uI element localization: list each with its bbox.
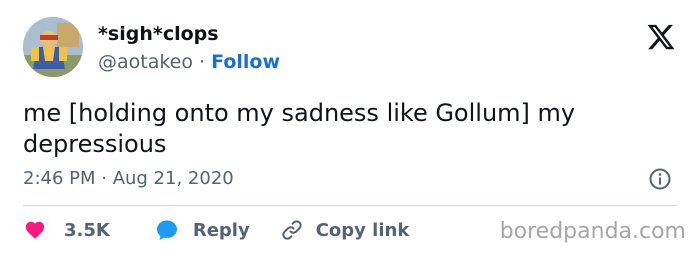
like-button[interactable]: 3.5K: [23, 219, 110, 241]
avatar-image: [23, 17, 83, 77]
link-icon: [280, 218, 304, 242]
handle-row: @aotakeo · Follow: [98, 50, 280, 74]
tweet-text: me [holding onto my sadness like Gollum]…: [23, 99, 576, 158]
speech-bubble-icon: [155, 218, 179, 242]
follow-button[interactable]: Follow: [211, 51, 280, 73]
watermark: boredpanda.com: [499, 219, 686, 244]
action-bar: 3.5K Reply Copy link: [23, 217, 409, 243]
reply-label: Reply: [192, 219, 250, 241]
x-logo-icon[interactable]: [645, 22, 677, 52]
heart-icon: [23, 219, 47, 241]
copy-link-label: Copy link: [315, 219, 410, 241]
display-name[interactable]: *sigh*clops: [98, 22, 219, 46]
separator-dot: ·: [199, 51, 212, 73]
copy-link-button[interactable]: Copy link: [280, 218, 410, 242]
tweet-timestamp[interactable]: 2:46 PM · Aug 21, 2020: [23, 167, 234, 191]
tweet-card: *sigh*clops @aotakeo · Follow me [holdin…: [0, 0, 700, 257]
avatar[interactable]: [23, 17, 83, 77]
info-icon[interactable]: [648, 167, 672, 191]
reply-button[interactable]: Reply: [155, 218, 250, 242]
user-handle[interactable]: @aotakeo: [98, 51, 193, 73]
divider: [23, 205, 677, 206]
like-count: 3.5K: [64, 219, 110, 241]
